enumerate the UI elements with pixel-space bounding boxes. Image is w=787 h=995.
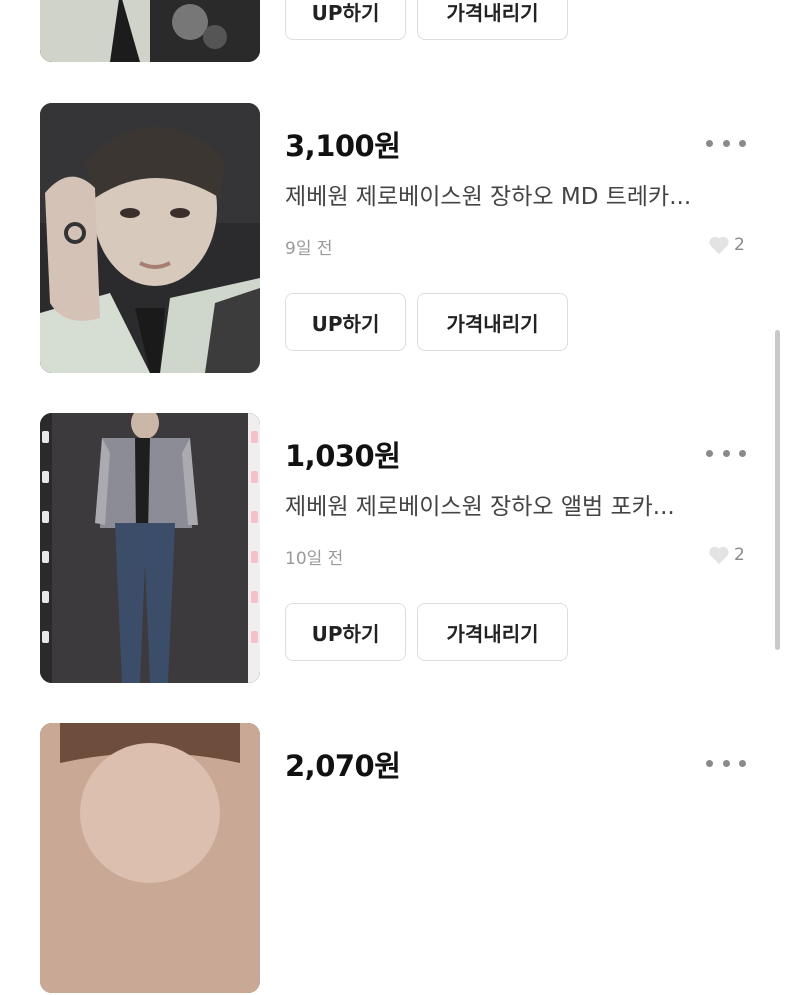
like-count[interactable]: 2 [708, 544, 745, 566]
photo-image [40, 0, 260, 62]
scrollbar[interactable] [775, 330, 780, 650]
product-thumbnail[interactable] [40, 103, 260, 373]
photo-image [40, 413, 260, 683]
listing-price: 3,100원 [285, 129, 401, 163]
listing-item[interactable]: 2,070원 [0, 723, 787, 995]
photo-image [40, 723, 260, 993]
listing-time: 10일 전 [285, 549, 344, 569]
more-dots-icon[interactable] [706, 447, 746, 459]
price-down-button[interactable]: 가격내리기 [417, 603, 568, 661]
listing-title[interactable]: 제베원 제로베이스원 장하오 MD 트레카... [285, 177, 745, 211]
listing-price: 2,070원 [285, 749, 401, 783]
more-dots-icon[interactable] [706, 137, 746, 149]
up-button[interactable]: UP하기 [285, 603, 406, 661]
heart-icon [709, 546, 729, 565]
listing-time: 9일 전 [285, 239, 333, 259]
up-button[interactable]: UP하기 [285, 293, 406, 351]
product-thumbnail[interactable] [40, 723, 260, 993]
listing-item[interactable]: 1,030원 제베원 제로베이스원 장하오 앨범 포카... 10일 전 2 U… [0, 413, 787, 685]
up-button[interactable]: UP하기 [285, 0, 406, 40]
listing-price: 1,030원 [285, 439, 401, 473]
product-thumbnail[interactable] [40, 413, 260, 683]
listing-item[interactable]: UP하기 가격내리기 [0, 0, 787, 64]
price-down-button[interactable]: 가격내리기 [417, 0, 568, 40]
more-dots-icon[interactable] [706, 757, 746, 769]
heart-icon [709, 236, 729, 255]
product-thumbnail[interactable] [40, 0, 260, 62]
like-count[interactable]: 2 [708, 234, 745, 256]
like-count-value: 2 [734, 235, 745, 255]
like-count-value: 2 [734, 545, 745, 565]
listing-title[interactable]: 제베원 제로베이스원 장하오 앨범 포카... [285, 487, 745, 521]
listing-item[interactable]: 3,100원 제베원 제로베이스원 장하오 MD 트레카... 9일 전 2 U… [0, 103, 787, 375]
price-down-button[interactable]: 가격내리기 [417, 293, 568, 351]
photo-image [40, 103, 260, 373]
